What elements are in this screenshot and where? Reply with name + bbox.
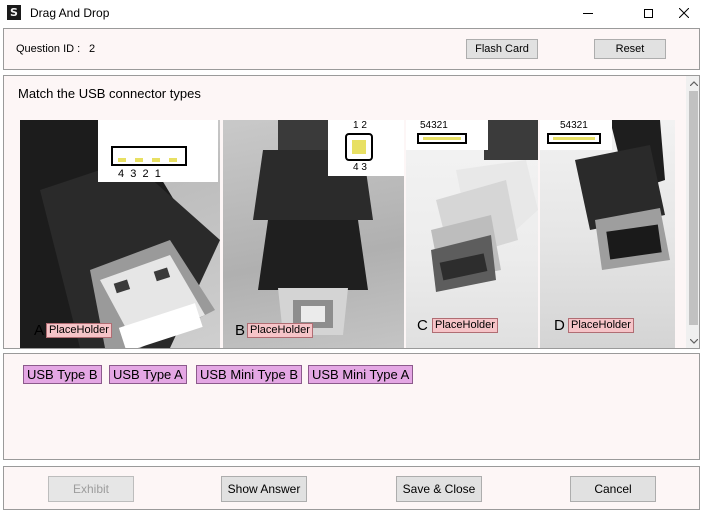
image-d-letter: D [554,317,565,334]
usb-image-a: 4 3 2 1 [20,120,220,348]
window-title: Drag And Drop [30,6,110,20]
answer-chip[interactable]: USB Type B [23,365,102,384]
footer-panel: Exhibit Show Answer Save & Close Cancel [3,466,700,510]
content-scrollbar[interactable] [686,76,699,348]
cancel-button[interactable]: Cancel [570,476,656,502]
flash-card-button[interactable]: Flash Card [466,39,538,59]
usb-b-pin-bottom: 4 3 [353,162,367,173]
question-content-panel: Match the USB connector types 4 3 2 1 A … [3,75,700,349]
usb-image-d: 54321 [540,120,675,348]
usb-b-pin-top: 1 2 [353,120,367,131]
minimize-icon [583,12,593,14]
answer-choices-panel: USB Type B USB Type A USB Mini Type B US… [3,353,700,460]
usb-image-b: 1 2 4 3 [223,120,404,348]
usb-a-pin-label: 4 3 2 1 [118,168,161,180]
answer-chip[interactable]: USB Mini Type A [308,365,414,384]
close-button[interactable] [661,0,704,26]
usb-image-c: 54321 [406,120,538,348]
usb-c-pin-label: 54321 [420,120,448,131]
scroll-down-button[interactable] [686,334,699,348]
chevron-down-icon [689,338,698,344]
maximize-icon [643,8,653,18]
close-icon [679,8,689,18]
image-b-letter: B [235,322,246,339]
reset-button[interactable]: Reset [594,39,666,59]
image-c-letter: C [417,317,428,334]
exhibit-button[interactable]: Exhibit [48,476,134,502]
answer-chip[interactable]: USB Type A [109,365,187,384]
title-bar: S Drag And Drop [0,0,704,26]
save-close-button[interactable]: Save & Close [396,476,482,502]
usb-d-pin-label: 54321 [560,120,588,131]
drop-target-a[interactable]: PlaceHolder [46,323,112,338]
image-a-letter: A [34,322,45,339]
question-id-value: 2 [89,43,96,55]
chevron-up-icon [689,80,698,86]
app-icon: S [7,5,21,20]
answer-chip[interactable]: USB Mini Type B [196,365,303,384]
question-header-panel: Question ID : 2 Flash Card Reset [3,28,700,70]
drop-target-d[interactable]: PlaceHolder [568,318,634,333]
drop-target-c[interactable]: PlaceHolder [432,318,498,333]
minimize-button[interactable] [565,0,611,26]
question-prompt: Match the USB connector types [18,86,201,101]
show-answer-button[interactable]: Show Answer [221,476,307,502]
scroll-up-button[interactable] [686,76,699,90]
drop-target-b[interactable]: PlaceHolder [247,323,313,338]
question-id-label: Question ID : [16,43,81,55]
scroll-thumb[interactable] [689,91,698,325]
